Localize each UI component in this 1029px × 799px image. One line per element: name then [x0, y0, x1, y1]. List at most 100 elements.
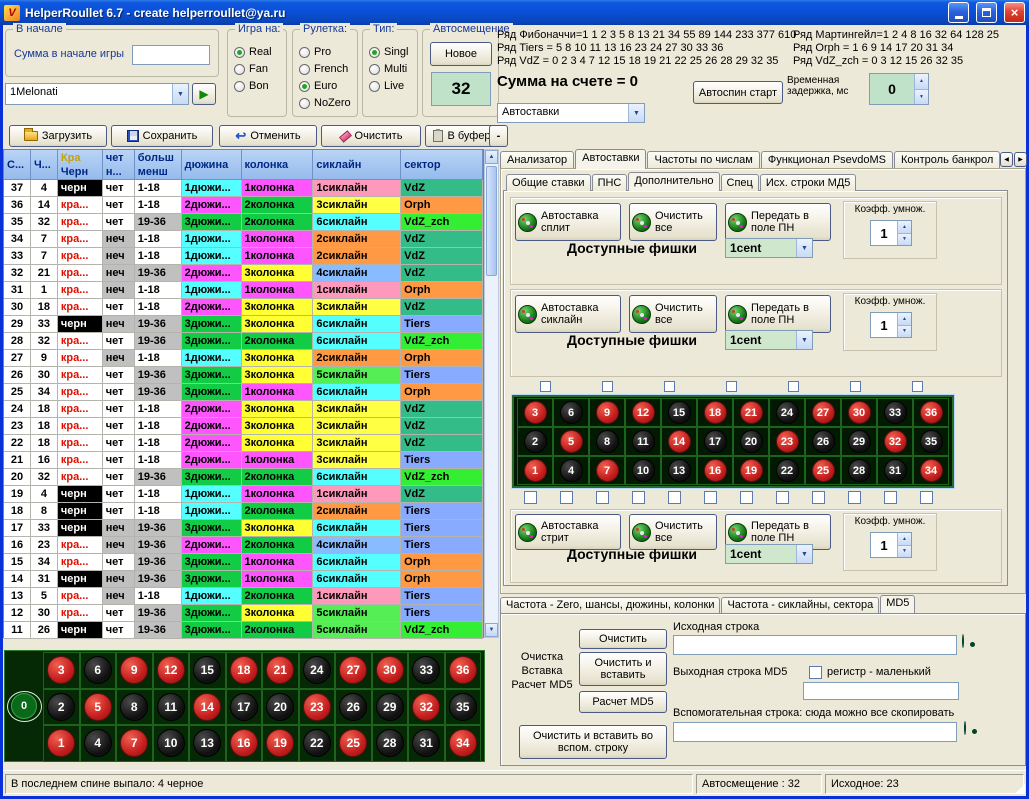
board-cell-25[interactable]: 25: [335, 725, 372, 762]
chips-combo[interactable]: 1cent▼: [725, 238, 813, 258]
delay-spinner[interactable]: 0 ▲ ▼: [869, 73, 929, 105]
board-cell-34[interactable]: 34: [913, 456, 949, 485]
street-checkbox[interactable]: [812, 491, 825, 504]
spin-row[interactable]: 1623кра...неч19-362дюжи...2колонка4сикла…: [4, 537, 483, 554]
board-cell-17[interactable]: 17: [226, 689, 263, 726]
spin-row[interactable]: 2032кра...чет19-363дюжи...2колонка6сикла…: [4, 469, 483, 486]
board-cell-34[interactable]: 34: [445, 725, 482, 762]
board-cell-10[interactable]: 10: [625, 456, 661, 485]
board-cell-3[interactable]: 3: [517, 398, 553, 427]
street-checkbox[interactable]: [668, 491, 681, 504]
board-cell-18[interactable]: 18: [697, 398, 733, 427]
board-cell-14[interactable]: 14: [189, 689, 226, 726]
radio-multi[interactable]: Multi: [369, 61, 417, 77]
chevron-down-icon[interactable]: ▼: [796, 331, 812, 349]
street-checkbox[interactable]: [524, 491, 537, 504]
split-checkbox[interactable]: [540, 381, 551, 392]
board-cell-1[interactable]: 1: [517, 456, 553, 485]
coef-spinner[interactable]: 1▲▼: [870, 312, 912, 338]
tab-md5[interactable]: MD5: [880, 595, 915, 613]
board-cell-28[interactable]: 28: [372, 725, 409, 762]
board-cell-35[interactable]: 35: [445, 689, 482, 726]
md5-output-input[interactable]: [803, 682, 959, 700]
board-cell-16[interactable]: 16: [697, 456, 733, 485]
spin-row[interactable]: 2418кра...чет1-182дюжи...3колонка3сиклай…: [4, 401, 483, 418]
spins-scrollbar[interactable]: ▲ ▼: [484, 149, 499, 638]
radio-pro[interactable]: Pro: [299, 44, 357, 60]
board-cell-6[interactable]: 6: [80, 652, 117, 689]
board-cell-30[interactable]: 30: [841, 398, 877, 427]
spin-row[interactable]: 2832кра...чет19-363дюжи...2колонка6сикла…: [4, 333, 483, 350]
board-cell-9[interactable]: 9: [589, 398, 625, 427]
spin-row[interactable]: 3018кра...чет1-182дюжи...3колонка3сиклай…: [4, 299, 483, 316]
board-cell-27[interactable]: 27: [335, 652, 372, 689]
radio-fan[interactable]: Fan: [234, 61, 286, 77]
chevron-down-icon[interactable]: ▼: [628, 104, 644, 122]
spin-row[interactable]: 2630кра...чет19-363дюжи...3колонка5сикла…: [4, 367, 483, 384]
spin-up-icon[interactable]: ▲: [915, 74, 928, 90]
column-header[interactable]: четн...: [103, 150, 135, 180]
board-cell-7[interactable]: 7: [589, 456, 625, 485]
tab-функционал-psevdoms[interactable]: Функционал PsevdoMS: [761, 151, 893, 169]
board-cell-28[interactable]: 28: [841, 456, 877, 485]
spin-row[interactable]: 279кра...неч1-181дюжи...3колонка2сиклайн…: [4, 350, 483, 367]
board-cell-7[interactable]: 7: [116, 725, 153, 762]
board-cell-8[interactable]: 8: [116, 689, 153, 726]
board-cell-21[interactable]: 21: [733, 398, 769, 427]
spin-down-icon[interactable]: ▼: [898, 546, 911, 558]
board-cell-26[interactable]: 26: [805, 427, 841, 456]
md5-clear-button[interactable]: Очистить: [579, 629, 667, 649]
md5-clear-paste-helper-button[interactable]: Очистить и вставить во вспом. строку: [519, 725, 667, 759]
subtab-исх-строки-мд5[interactable]: Исх. строки МД5: [760, 174, 857, 191]
board-cell-9[interactable]: 9: [116, 652, 153, 689]
street-checkbox[interactable]: [848, 491, 861, 504]
spin-row[interactable]: 188чернчет1-181дюжи...2колонка2сиклайнTi…: [4, 503, 483, 520]
clear-all-button[interactable]: Очистить все: [629, 514, 717, 550]
spin-row[interactable]: 2933черннеч19-363дюжи...3колонка6сиклайн…: [4, 316, 483, 333]
board-cell-21[interactable]: 21: [262, 652, 299, 689]
radio-french[interactable]: French: [299, 61, 357, 77]
split-checkbox[interactable]: [602, 381, 613, 392]
street-checkbox[interactable]: [632, 491, 645, 504]
to-buffer-button[interactable]: В буфер: [425, 125, 499, 147]
column-header[interactable]: КраЧерн: [58, 150, 103, 180]
board-cell-23[interactable]: 23: [299, 689, 336, 726]
autobet-button[interactable]: Автоставка сплит: [515, 203, 621, 241]
subtab-дополнительно[interactable]: Дополнительно: [628, 172, 719, 191]
column-header[interactable]: дюжина: [182, 150, 242, 180]
radio-live[interactable]: Live: [369, 78, 417, 94]
subtab-общие-ставки[interactable]: Общие ставки: [506, 174, 591, 191]
board-cell-27[interactable]: 27: [805, 398, 841, 427]
md5-clear-paste-button[interactable]: Очистить и вставить: [579, 652, 667, 686]
radio-nozero[interactable]: NoZero: [299, 95, 357, 111]
undo-button[interactable]: ↩ Отменить: [219, 125, 317, 147]
column-header[interactable]: Ч...: [31, 150, 58, 180]
tab-scroll-left-icon[interactable]: ◀: [1000, 152, 1013, 167]
column-header[interactable]: сектор: [401, 150, 483, 180]
spin-row[interactable]: 135кра...неч1-181дюжи...2колонка1сиклайн…: [4, 588, 483, 605]
board-cell-14[interactable]: 14: [661, 427, 697, 456]
board-cell-32[interactable]: 32: [877, 427, 913, 456]
board-cell-6[interactable]: 6: [553, 398, 589, 427]
spin-row[interactable]: 347кра...неч1-181дюжи...1колонка2сиклайн…: [4, 231, 483, 248]
board-cell-29[interactable]: 29: [841, 427, 877, 456]
board-cell-4[interactable]: 4: [553, 456, 589, 485]
clear-all-button[interactable]: Очистить все: [629, 203, 717, 241]
board-cell-18[interactable]: 18: [226, 652, 263, 689]
clear-all-button[interactable]: Очистить все: [629, 295, 717, 333]
scroll-down-icon[interactable]: ▼: [485, 623, 498, 637]
chevron-down-icon[interactable]: ▼: [796, 545, 812, 563]
chevron-down-icon[interactable]: ▼: [172, 84, 188, 104]
autospin-start-button[interactable]: Автоспин старт: [693, 81, 783, 104]
board-cell-10[interactable]: 10: [153, 725, 190, 762]
start-sum-input[interactable]: [132, 45, 210, 65]
board-cell-35[interactable]: 35: [913, 427, 949, 456]
preset-combo[interactable]: 1Melonati ▼: [5, 83, 189, 105]
tab-контроль-банкрол[interactable]: Контроль банкрол: [894, 151, 1000, 169]
split-checkbox[interactable]: [850, 381, 861, 392]
collapse-button[interactable]: -: [489, 125, 508, 147]
street-checkbox[interactable]: [884, 491, 897, 504]
board-cell-25[interactable]: 25: [805, 456, 841, 485]
column-header[interactable]: большменш: [135, 150, 182, 180]
chevron-down-icon[interactable]: ▼: [796, 239, 812, 257]
